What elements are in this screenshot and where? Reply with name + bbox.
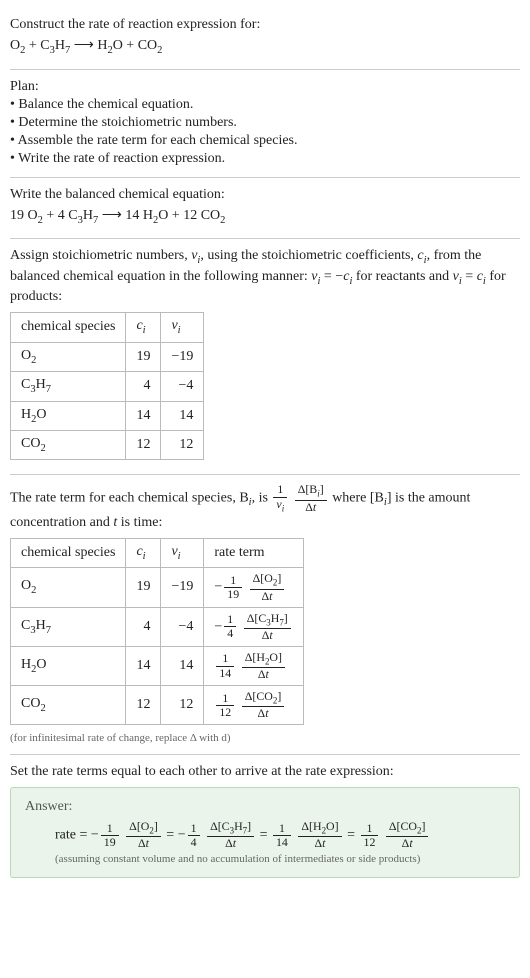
col-rate-term: rate term (204, 538, 303, 567)
table-row: H2O 14 14 114 Δ[H2O]Δt (11, 646, 304, 685)
fraction: Δ[Bi]Δt (295, 483, 327, 513)
plan-title: Plan: (10, 78, 520, 96)
reaction-equation: O2 + C3H7 ⟶ H2O + CO2 (10, 37, 520, 57)
table-row: C3H7 4 −4 −14 Δ[C3H7]Δt (11, 607, 304, 646)
plan-item: • Write the rate of reaction expression. (10, 150, 520, 168)
table-row: CO2 12 12 112 Δ[CO2]Δt (11, 686, 304, 725)
set-equal-text: Set the rate terms equal to each other t… (10, 763, 520, 781)
answer-box: Answer: rate = −119 Δ[O2]Δt = −14 Δ[C3H7… (10, 787, 520, 878)
stoich-table: chemical species ci νi O2 19 −19 C3H7 4 … (10, 312, 204, 460)
table-row: O2 19 −19 −119 Δ[O2]Δt (11, 568, 304, 607)
rate-term-table: chemical species ci νi rate term O2 19 −… (10, 538, 304, 726)
balanced-section: Write the balanced chemical equation: 19… (10, 178, 520, 239)
fraction: 1νi (273, 483, 287, 513)
answer-expression: rate = −119 Δ[O2]Δt = −14 Δ[C3H7]Δt = 11… (55, 820, 505, 850)
plan-item: • Balance the chemical equation. (10, 96, 520, 114)
problem-header: Construct the rate of reaction expressio… (10, 8, 520, 69)
col-nui: νi (161, 313, 204, 342)
plan-item: • Assemble the rate term for each chemic… (10, 132, 520, 150)
prompt-text: Construct the rate of reaction expressio… (10, 16, 520, 34)
table-row: O2 19 −19 (11, 342, 204, 371)
table-row: C3H7 4 −4 (11, 372, 204, 401)
table-row: CO2 12 12 (11, 431, 204, 460)
set-equal-section: Set the rate terms equal to each other t… (10, 755, 520, 886)
col-nui: νi (161, 538, 204, 567)
balanced-equation: 19 O2 + 4 C3H7 ⟶ 14 H2O + 12 CO2 (10, 207, 520, 227)
table-row: H2O 14 14 (11, 401, 204, 430)
answer-assumption: (assuming constant volume and no accumul… (55, 852, 505, 866)
plan-item: • Determine the stoichiometric numbers. (10, 114, 520, 132)
rate-term-intro: The rate term for each chemical species,… (10, 483, 520, 531)
col-ci: ci (126, 538, 161, 567)
plan-section: Plan: • Balance the chemical equation. •… (10, 70, 520, 177)
col-species: chemical species (11, 538, 126, 567)
table-header-row: chemical species ci νi rate term (11, 538, 304, 567)
col-ci: ci (126, 313, 161, 342)
infinitesimal-note: (for infinitesimal rate of change, repla… (10, 731, 520, 745)
balanced-title: Write the balanced chemical equation: (10, 186, 520, 204)
assign-text: Assign stoichiometric numbers, νi, using… (10, 247, 520, 306)
assign-section: Assign stoichiometric numbers, νi, using… (10, 239, 520, 474)
table-header-row: chemical species ci νi (11, 313, 204, 342)
rate-term-section: The rate term for each chemical species,… (10, 475, 520, 753)
answer-label: Answer: (25, 798, 505, 816)
col-species: chemical species (11, 313, 126, 342)
